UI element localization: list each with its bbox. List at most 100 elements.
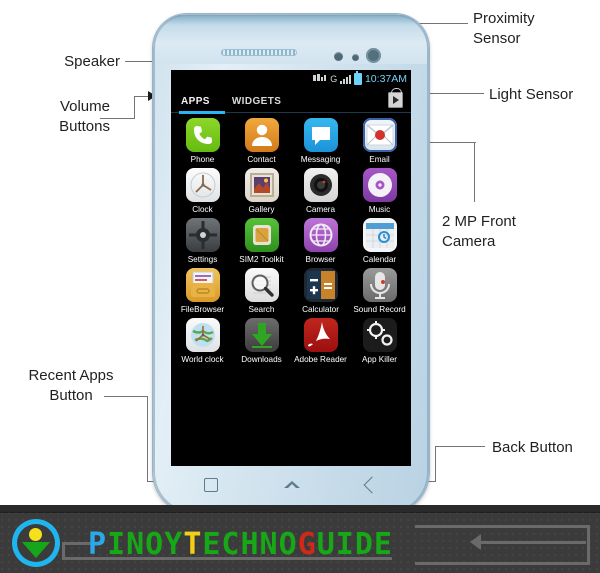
banner-top-edge: [0, 505, 600, 512]
app-cell-world-clock[interactable]: World clock: [173, 318, 232, 364]
leader-back-v: [435, 446, 436, 481]
leader-recent-v: [147, 396, 148, 481]
app-cell-filebrowser[interactable]: FileBrowser: [173, 268, 232, 314]
site-banner: PINOY TECHNO GUIDE: [0, 505, 600, 573]
leader-volume-h1: [100, 118, 135, 119]
callout-speaker-label: Speaker: [64, 53, 120, 70]
status-bar-clock: 10:37AM: [364, 73, 407, 85]
banner-arrow-frame: [415, 525, 590, 565]
app-row: FileBrowser Search Calculator Sound Reco…: [173, 268, 409, 318]
app-grid: Phone Contact Messaging Email Clock Gall…: [171, 114, 411, 368]
phone-device: G 10:37AM APPS WIDGETS Phone Contact Mes…: [153, 14, 429, 514]
brand-seg-1: INOY: [107, 527, 184, 562]
tab-active-underline: [179, 111, 225, 114]
back-nav-icon[interactable]: [363, 476, 381, 494]
callout-back-button-label: Back Button: [492, 439, 573, 456]
app-label: Adobe Reader: [294, 355, 347, 364]
app-killer-icon: [362, 318, 397, 352]
downloads-icon: [244, 318, 279, 352]
leader-cam-v: [474, 142, 475, 202]
settings-icon: [185, 218, 220, 252]
app-label: Calendar: [362, 255, 397, 264]
app-label: Calculator: [302, 305, 339, 314]
file-browser-icon: [185, 268, 220, 302]
callout-recent-apps-label: Recent Apps Button: [28, 367, 114, 404]
sound-recorder-icon: [362, 268, 397, 302]
app-cell-calendar[interactable]: Calendar: [350, 218, 409, 264]
battery-icon: [353, 71, 362, 85]
browser-icon: [303, 218, 338, 252]
adobe-reader-icon: [303, 318, 338, 352]
brand-seg-6: G: [297, 527, 317, 562]
app-label: Messaging: [300, 155, 341, 164]
app-label: Contact: [247, 155, 276, 164]
callout-proximity-label: Proximity Sensor: [473, 10, 535, 47]
app-row: Phone Contact Messaging Email: [173, 118, 409, 168]
contact-icon: [244, 118, 279, 152]
app-cell-adobe-reader[interactable]: Adobe Reader: [291, 318, 350, 364]
app-cell-clock[interactable]: Clock: [173, 168, 232, 214]
home-nav-icon[interactable]: [284, 481, 300, 489]
signal-bars-icon: [339, 74, 351, 84]
app-drawer-tabs: APPS WIDGETS: [171, 88, 411, 114]
music-icon: [362, 168, 397, 202]
app-cell-browser[interactable]: Browser: [291, 218, 350, 264]
app-cell-sim2-toolkit[interactable]: SIM2 Toolkit: [232, 218, 291, 264]
app-label: Email: [369, 155, 390, 164]
banner-arrow-tail: [481, 540, 586, 544]
app-label: Downloads: [241, 355, 282, 364]
callout-light-label: Light Sensor: [489, 86, 574, 103]
app-cell-downloads[interactable]: Downloads: [232, 318, 291, 364]
app-cell-sound-record[interactable]: Sound Record: [350, 268, 409, 314]
logo-sun-icon: [29, 528, 42, 541]
app-label: World clock: [181, 355, 224, 364]
network-type-label: G: [330, 74, 337, 84]
app-label: Search: [248, 305, 275, 314]
brand-seg-3: T: [183, 527, 203, 562]
sim-signal-icon: [313, 73, 327, 86]
status-bar: G 10:37AM: [171, 70, 411, 88]
tab-apps[interactable]: APPS: [181, 96, 210, 107]
app-cell-contact[interactable]: Contact: [232, 118, 291, 164]
app-cell-app-killer[interactable]: App Killer: [350, 318, 409, 364]
app-cell-email[interactable]: Email: [350, 118, 409, 164]
brand-wordmark: PINOY TECHNO GUIDE: [88, 527, 393, 562]
app-cell-music[interactable]: Music: [350, 168, 409, 214]
app-label: Music: [368, 205, 391, 214]
app-row: Settings SIM2 Toolkit Browser Calendar: [173, 218, 409, 268]
messaging-icon: [303, 118, 338, 152]
world-clock-icon: [185, 318, 220, 352]
diagram-canvas: Speaker Volume Buttons Recent Apps Butto…: [0, 0, 600, 573]
app-row: World clock Downloads Adobe Reader App K…: [173, 318, 409, 368]
earpiece-speaker: [221, 49, 297, 56]
app-row: Clock Gallery Camera Music: [173, 168, 409, 218]
front-camera: [366, 48, 381, 63]
logo-triangle-icon: [22, 542, 50, 558]
app-cell-gallery[interactable]: Gallery: [232, 168, 291, 214]
app-cell-settings[interactable]: Settings: [173, 218, 232, 264]
app-label: Phone: [190, 155, 215, 164]
phone-screen: G 10:37AM APPS WIDGETS Phone Contact Mes…: [171, 70, 411, 466]
proximity-sensor: [334, 52, 343, 61]
recent-apps-nav-icon[interactable]: [204, 478, 218, 492]
pinoy-techno-guide-logo[interactable]: [12, 519, 60, 567]
light-sensor: [352, 54, 359, 61]
leader-recent-h1: [104, 396, 148, 397]
brand-seg-4: ECHNO: [202, 527, 298, 562]
tab-widgets[interactable]: WIDGETS: [232, 96, 281, 107]
app-label: Browser: [305, 255, 336, 264]
app-cell-phone[interactable]: Phone: [173, 118, 232, 164]
search-icon: [244, 268, 279, 302]
app-cell-search[interactable]: Search: [232, 268, 291, 314]
gallery-icon: [244, 168, 279, 202]
callout-front-camera-label: 2 MP Front Camera: [442, 213, 516, 250]
logo-inner: [17, 524, 55, 562]
email-icon: [362, 118, 397, 152]
app-cell-calculator[interactable]: Calculator: [291, 268, 350, 314]
app-cell-camera[interactable]: Camera: [291, 168, 350, 214]
calculator-icon: [303, 268, 338, 302]
app-cell-messaging[interactable]: Messaging: [291, 118, 350, 164]
navigation-bar: [171, 472, 411, 498]
play-store-bag-icon[interactable]: [388, 88, 403, 108]
leader-light-h: [422, 93, 484, 94]
